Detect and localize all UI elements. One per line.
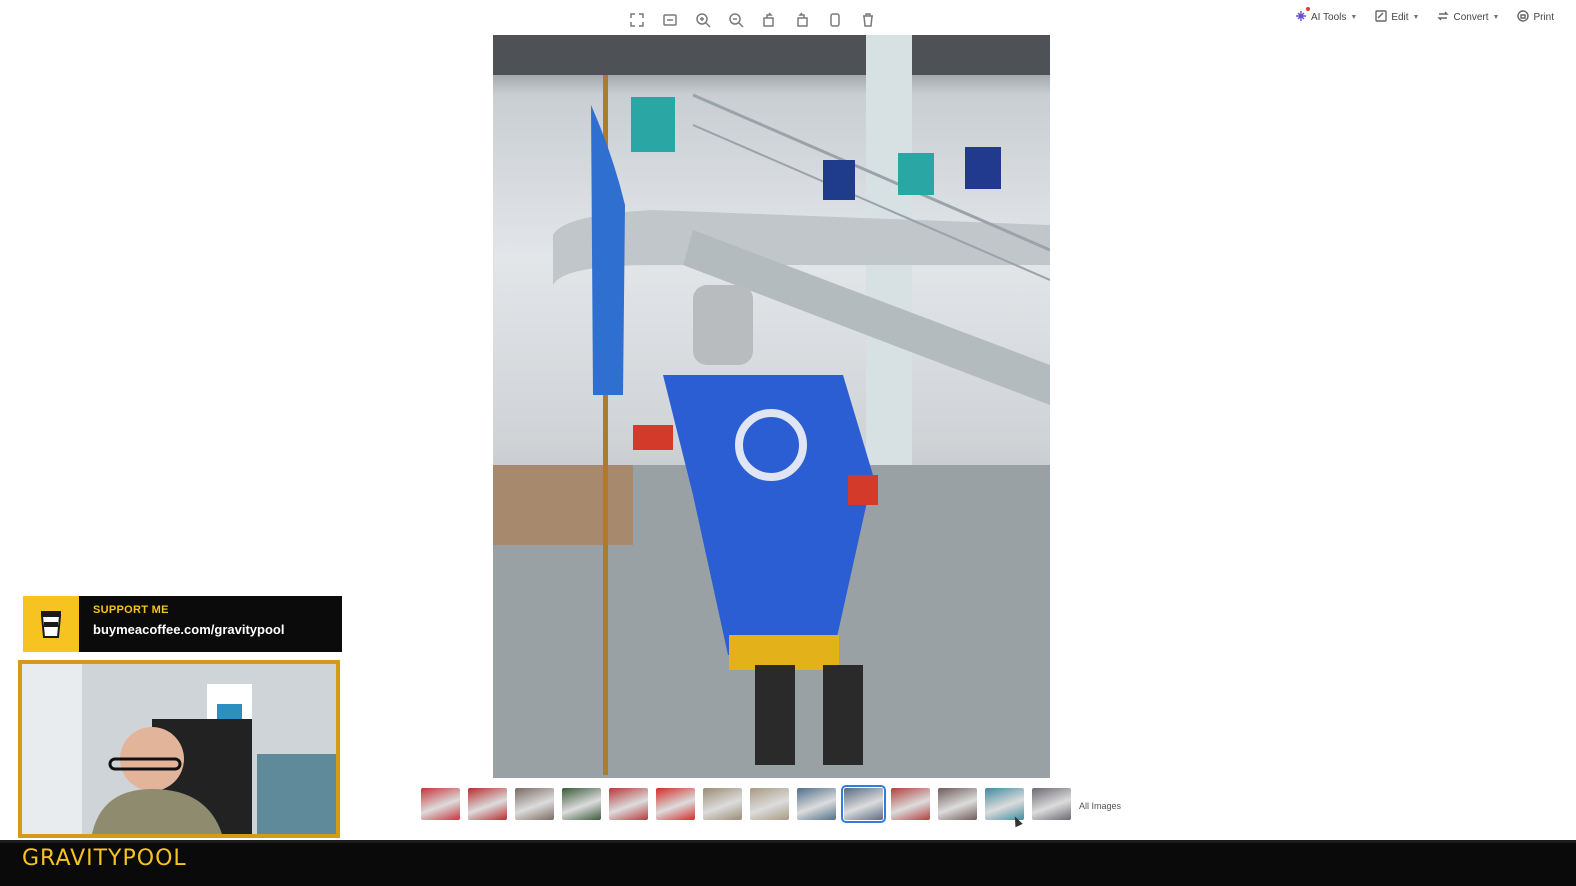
mark-icon[interactable] [824, 9, 846, 31]
ai-tools-label: AI Tools [1310, 12, 1347, 23]
zoom-in-icon[interactable] [692, 9, 714, 31]
support-banner: SUPPORT ME buymeacoffee.com/gravitypool [23, 596, 342, 652]
thumbnail[interactable] [421, 788, 460, 820]
support-title: SUPPORT ME [93, 604, 169, 616]
thumbnail[interactable] [515, 788, 554, 820]
thumbnail[interactable] [750, 788, 789, 820]
chevron-down-icon: ▼ [1412, 14, 1420, 21]
thumbnail[interactable] [891, 788, 930, 820]
rotate-right-icon[interactable] [791, 9, 813, 31]
header-actions: AI Tools ▼ Edit ▼ Convert ▼ Print [1295, 7, 1554, 25]
webcam-feed [18, 660, 340, 838]
print-icon [1517, 10, 1530, 25]
chevron-down-icon: ▼ [1350, 14, 1358, 21]
streamer-name: GRAVITYPOOL [22, 846, 187, 871]
coffee-cup-icon [23, 596, 79, 652]
fit-icon[interactable] [659, 9, 681, 31]
thumbnail[interactable] [703, 788, 742, 820]
thumbnail[interactable] [656, 788, 695, 820]
convert-label: Convert [1453, 12, 1489, 23]
edit-icon [1375, 10, 1388, 25]
thumbnail[interactable] [797, 788, 836, 820]
convert-button[interactable]: Convert ▼ [1437, 10, 1499, 25]
zoom-out-icon[interactable] [725, 9, 747, 31]
image-toolbar [626, 8, 879, 32]
stream-bottom-bar [0, 840, 1576, 886]
print-button[interactable]: Print [1517, 10, 1554, 25]
edit-label: Edit [1391, 12, 1409, 23]
thumbnail[interactable] [609, 788, 648, 820]
thumbnail[interactable] [468, 788, 507, 820]
support-url-name: gravitypool [214, 622, 285, 637]
rotate-left-icon[interactable] [758, 9, 780, 31]
delete-icon[interactable] [857, 9, 879, 31]
main-photo[interactable] [493, 35, 1050, 778]
print-label: Print [1533, 12, 1554, 23]
thumbnail[interactable] [938, 788, 977, 820]
fullscreen-icon[interactable] [626, 9, 648, 31]
all-images-link[interactable]: All Images [1079, 801, 1121, 811]
convert-icon [1437, 10, 1450, 25]
ai-tools-button[interactable]: AI Tools ▼ [1295, 7, 1358, 25]
thumbnail[interactable] [562, 788, 601, 820]
thumbnail-strip [421, 785, 1071, 823]
edit-button[interactable]: Edit ▼ [1375, 10, 1419, 25]
thumbnail[interactable] [1032, 788, 1071, 820]
sparkle-icon [1295, 7, 1310, 25]
chevron-down-icon: ▼ [1492, 14, 1500, 21]
divider [0, 840, 1576, 843]
thumbnail[interactable] [841, 785, 886, 823]
support-url: buymeacoffee.com/gravitypool [93, 622, 284, 637]
support-url-prefix: buymeacoffee.com/ [93, 622, 215, 637]
